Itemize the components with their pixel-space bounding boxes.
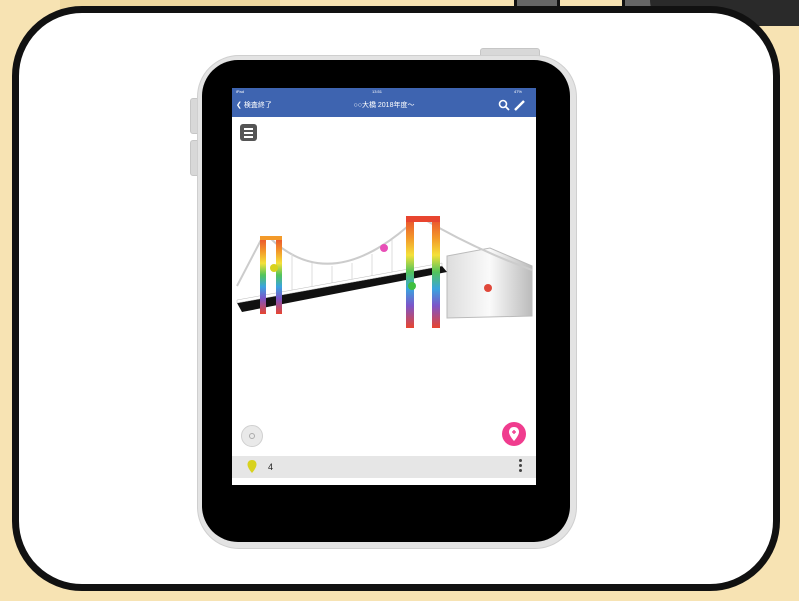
map-pin-icon[interactable] [408, 282, 416, 290]
map-pin-icon[interactable] [380, 244, 388, 252]
status-time: 13:51 [372, 89, 383, 94]
add-pin-button[interactable] [502, 422, 526, 446]
bridge-drawing [236, 216, 533, 328]
add-pin-icon [509, 427, 519, 441]
pin-count: 4 [268, 462, 274, 472]
status-bar: iPad 13:51 47% [232, 88, 536, 96]
page-title: ○○大橋 2018年度〜 [353, 102, 415, 109]
search-icon[interactable] [498, 99, 510, 111]
map-pin-icon[interactable] [484, 284, 492, 292]
map-pin-icon[interactable] [270, 264, 278, 272]
nav-actions [498, 99, 526, 114]
device-name: iPad [236, 89, 245, 94]
pencil-icon[interactable] [514, 100, 525, 111]
menu-button[interactable] [240, 124, 257, 141]
app-screen: iPad 13:51 47% ❮ 検査終了 ○○大橋 2018年度〜 4 [232, 88, 536, 485]
more-vertical-icon[interactable] [519, 459, 522, 474]
bottom-bar: 4 [232, 456, 536, 478]
map-pin-icon [247, 460, 257, 473]
battery-level: 47% [513, 89, 522, 94]
nav-icons-group [498, 99, 525, 111]
locate-button[interactable] [241, 425, 263, 447]
nav-bar: ❮ 検査終了 ○○大橋 2018年度〜 [232, 96, 536, 117]
